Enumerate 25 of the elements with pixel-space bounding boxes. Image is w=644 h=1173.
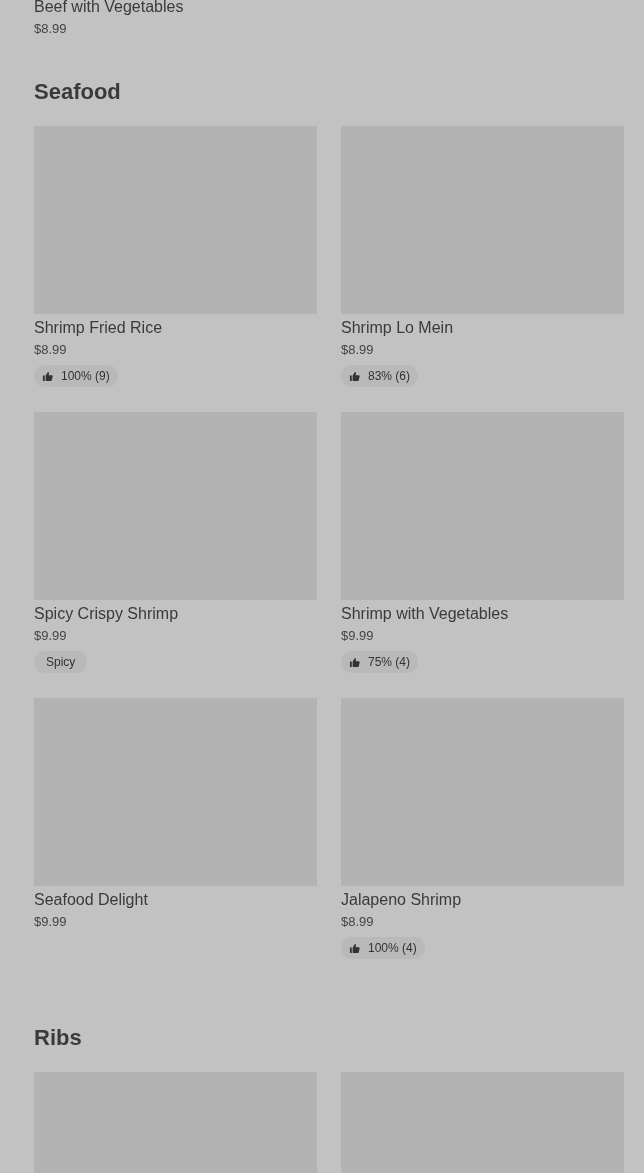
item-price: $8.99: [341, 341, 375, 359]
item-price: $8.99: [34, 20, 68, 38]
rating-badge: 75% (4): [341, 651, 419, 673]
item-name[interactable]: Jalapeno Shrimp: [341, 890, 624, 910]
rating-badge: 100% (9): [34, 365, 118, 387]
thumbs-up-icon: [42, 370, 53, 382]
item-name[interactable]: Shrimp with Vegetables: [341, 604, 624, 624]
section-heading: Ribs: [34, 1024, 83, 1052]
thumbs-up-icon: [349, 942, 360, 954]
item-name[interactable]: Spicy Crispy Shrimp: [34, 604, 317, 624]
section-heading: Seafood: [34, 78, 122, 106]
item-name: Beef with Vegetables: [34, 0, 185, 17]
item-price: $9.99: [34, 627, 68, 645]
item-name[interactable]: Shrimp Fried Rice: [34, 318, 317, 338]
item-price: $8.99: [341, 913, 375, 931]
rating-badge: 83% (6): [341, 365, 419, 387]
item-name[interactable]: Seafood Delight: [34, 890, 317, 910]
rating-badge: 100% (4): [341, 937, 425, 959]
item-name[interactable]: Shrimp Lo Mein: [341, 318, 624, 338]
item-price: $9.99: [341, 627, 375, 645]
tag-badge: Spicy: [34, 651, 88, 673]
thumbs-up-icon: [349, 656, 360, 668]
thumbs-up-icon: [349, 370, 360, 382]
item-price: $8.99: [34, 341, 68, 359]
item-price: $9.99: [34, 913, 68, 931]
